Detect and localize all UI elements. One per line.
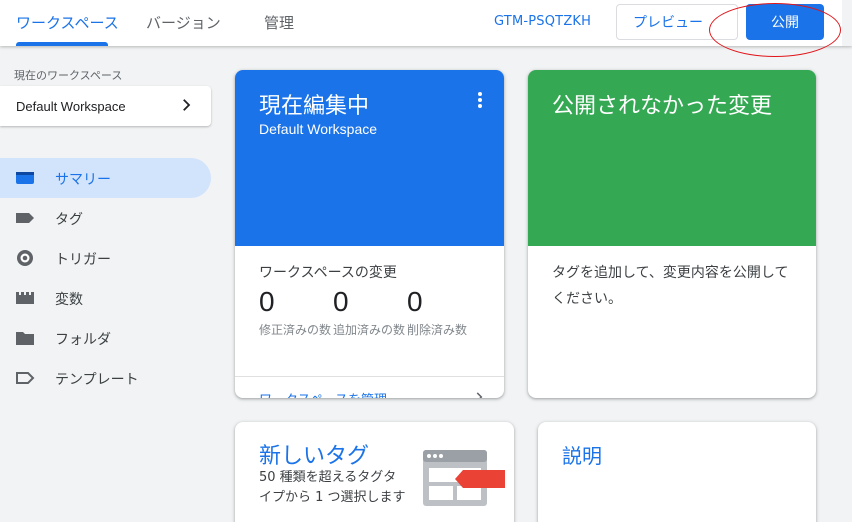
current-workspace-header: 現在編集中 Default Workspace: [235, 70, 504, 246]
stat-value: 0: [259, 286, 275, 317]
tag-icon: [16, 213, 34, 223]
current-workspace-caption: 現在のワークスペース: [14, 69, 123, 82]
sidebar-item-label: タグ: [55, 212, 83, 228]
unpublished-changes-card: 公開されなかった変更 タグを追加して、変更内容を公開してください。: [528, 70, 816, 398]
tab-versions[interactable]: バージョン: [146, 12, 221, 33]
card-title: 新しいタグ: [259, 444, 370, 469]
container-id-link[interactable]: GTM-PSQTZKH: [494, 14, 591, 29]
sidebar-item-folders[interactable]: フォルダ: [0, 318, 211, 358]
stat-modified: 0 修正済みの数: [259, 286, 333, 340]
manage-workspaces-link[interactable]: ワークスペースを管理: [259, 389, 387, 398]
scrollbar-edge: [842, 0, 852, 46]
sidebar-item-label: テンプレート: [55, 372, 139, 388]
sidebar-item-label: トリガー: [55, 252, 111, 268]
summary-icon: [16, 172, 34, 184]
active-tab-indicator: [16, 42, 108, 46]
stat-added: 0 追加済みの数: [333, 286, 407, 340]
sidebar-item-label: フォルダ: [55, 332, 111, 348]
sidebar-item-summary[interactable]: サマリー: [0, 158, 211, 198]
chevron-right-icon[interactable]: [472, 390, 486, 398]
stat-value: 0: [333, 286, 349, 317]
variable-icon: [16, 292, 34, 304]
unpublished-header: 公開されなかった変更: [528, 70, 816, 246]
card-title: 現在編集中: [259, 94, 370, 119]
description-card[interactable]: 説明: [538, 422, 816, 522]
stat-label: 削除済み数: [407, 323, 468, 337]
card-title: 公開されなかった変更: [552, 94, 773, 119]
tab-workspace[interactable]: ワークスペース: [16, 12, 119, 33]
template-icon: [16, 372, 35, 384]
card-title: 説明: [562, 444, 602, 468]
chevron-right-icon: [183, 99, 191, 111]
workspace-subtitle: Default Workspace: [259, 121, 378, 137]
top-app-bar: ワークスペース バージョン 管理 GTM-PSQTZKH プレビュー 公開: [0, 0, 852, 46]
publish-button[interactable]: 公開: [746, 4, 824, 40]
sidebar-item-label: サマリー: [55, 172, 111, 188]
tab-admin[interactable]: 管理: [264, 12, 294, 33]
more-vert-icon[interactable]: [477, 92, 483, 110]
sidebar-item-templates[interactable]: テンプレート: [0, 358, 211, 398]
stat-label: 修正済みの数: [259, 323, 332, 337]
trigger-icon: [17, 250, 33, 266]
stat-label: 追加済みの数: [333, 323, 406, 337]
new-tag-description: 50 種類を超えるタグタイプから 1 つ選択します: [259, 470, 406, 505]
folder-icon: [16, 332, 34, 345]
preview-button[interactable]: プレビュー: [616, 4, 738, 40]
sidebar-item-variables[interactable]: 変数: [0, 278, 211, 318]
stat-deleted: 0 削除済み数: [407, 286, 481, 340]
workspace-selector[interactable]: Default Workspace: [0, 86, 211, 126]
stat-value: 0: [407, 286, 423, 317]
sidebar-item-label: 変数: [55, 292, 83, 308]
card-divider: [235, 376, 504, 377]
new-tag-illustration-icon: [423, 450, 505, 506]
unpublished-message: タグを追加して、変更内容を公開してください。: [552, 265, 789, 307]
workspace-changes-heading: ワークスペースの変更: [259, 265, 397, 281]
sidebar-item-tags[interactable]: タグ: [0, 198, 211, 238]
workspace-name: Default Workspace: [16, 98, 126, 114]
sidebar-item-triggers[interactable]: トリガー: [0, 238, 211, 278]
current-workspace-card: 現在編集中 Default Workspace ワークスペースの変更 0 修正済…: [235, 70, 504, 398]
new-tag-card[interactable]: 新しいタグ 50 種類を超えるタグタイプから 1 つ選択します: [235, 422, 514, 522]
